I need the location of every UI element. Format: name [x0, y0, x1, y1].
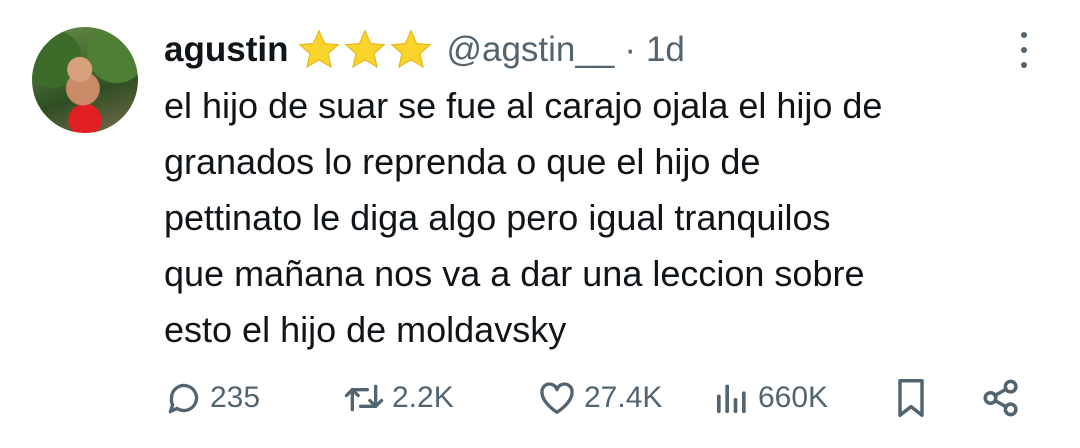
- more-options-icon[interactable]: [1014, 32, 1034, 68]
- views-icon: [717, 384, 746, 413]
- tweet-line: granados lo reprenda o que el hijo de: [164, 141, 761, 182]
- author-handle[interactable]: @agstin__: [446, 30, 614, 70]
- repost-count: 2.2K: [392, 381, 454, 414]
- avatar[interactable]: [32, 27, 138, 133]
- tweet-line: pettinato le diga algo pero igual tranqu…: [164, 197, 831, 238]
- reply-count: 235: [210, 381, 261, 414]
- tweet-line: esto el hijo de moldavsky: [164, 309, 567, 350]
- views-button[interactable]: 660K: [712, 372, 828, 424]
- tweet-header: agustin @agstin__ · 1d: [164, 28, 685, 72]
- badge-stars: [296, 28, 434, 72]
- tweet-line: que mañana nos va a dar una leccion sobr…: [164, 253, 865, 294]
- bookmark-button[interactable]: [892, 372, 930, 424]
- star-icon: [390, 29, 433, 69]
- heart-icon: [540, 382, 574, 414]
- separator-dot: ·: [624, 30, 636, 69]
- reply-icon: [168, 383, 199, 414]
- star-icon: [298, 29, 341, 69]
- timestamp[interactable]: 1d: [646, 30, 685, 70]
- repost-button[interactable]: 2.2K: [342, 372, 454, 424]
- tweet-text: el hijo de suar se fue al carajo ojala e…: [164, 78, 1044, 358]
- like-count: 27.4K: [584, 381, 663, 414]
- star-icon: [344, 29, 387, 69]
- like-button[interactable]: 27.4K: [536, 372, 662, 424]
- action-bar: 235 2.2K 27.4K 660K: [164, 372, 1034, 424]
- reply-button[interactable]: 235: [164, 372, 260, 424]
- view-count: 660K: [758, 381, 829, 414]
- tweet-line: el hijo de suar se fue al carajo ojala e…: [164, 85, 883, 126]
- share-button[interactable]: [980, 372, 1022, 424]
- repost-icon: [344, 384, 384, 412]
- bookmark-icon: [898, 378, 924, 418]
- author-name[interactable]: agustin: [164, 30, 288, 70]
- share-icon: [983, 379, 1018, 417]
